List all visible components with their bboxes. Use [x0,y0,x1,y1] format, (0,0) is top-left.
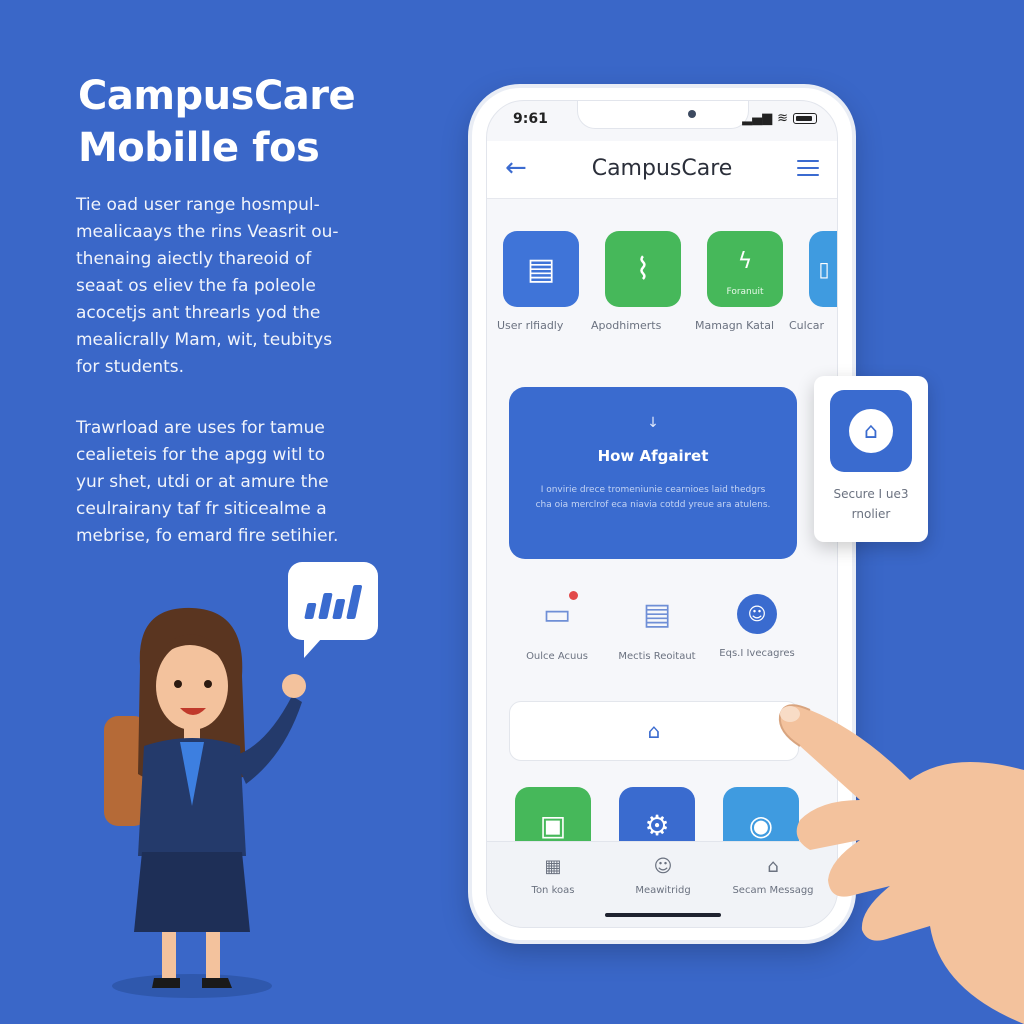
tab-label: Meawitridg [635,885,691,896]
para-line: for students. [76,357,185,377]
heartbeat-icon[interactable]: ⌇ [605,231,681,307]
wifi-icon: ≋ [777,111,788,126]
partial-icon[interactable]: ▯ [809,231,837,307]
app-title: CampusCare [591,156,733,181]
camera-icon [688,110,696,118]
tile-glyph: ϟ [737,248,753,274]
smile-icon: ☺ [653,856,673,877]
tile-label: User rlfiadly [497,319,564,332]
calendar-icon: ▦ [544,856,562,877]
banner-title: How Afgairet [597,447,709,465]
hero-paragraph-2: Trawrload are uses for tamue cealieteis … [76,415,376,550]
tile-label: Culcar [789,319,825,332]
phone-notch [577,101,749,129]
para-line: thenaing aiectly thareoid of [76,249,312,269]
para-line: mealicrally Mam, wit, teubitys [76,330,333,350]
hero-paragraph-1: Tie oad user range hosmpul- mealicaays t… [76,192,376,381]
tab-meawitridg[interactable]: ☺ Meawitridg [613,856,713,896]
quick-action-report[interactable]: ▤ Mectis Reoitaut [607,591,707,663]
label-line: Secure I ue3 [833,487,909,501]
tab-label: Ton koas [531,885,575,896]
para-line: mealicaays the rins Veasrit ou- [76,222,339,242]
notification-dot [569,591,578,600]
tile-label: Apodhimerts [591,319,662,332]
para-line: yur shet, utdi or at amure the [76,472,329,492]
battery-icon [793,113,817,124]
info-banner[interactable]: ↓ How Afgairet I onvirie drece tromeniun… [509,387,797,559]
para-line: Trawrload are uses for tamue [76,418,325,438]
tile-label: Mamagn Katal [695,319,775,332]
secure-card[interactable]: ⌂ Secure I ue3 rnolier [814,376,928,542]
document-icon[interactable]: ▤ [503,231,579,307]
app-bar: ← CampusCare [487,141,837,199]
home-indicator [605,913,721,917]
hero-title-line2: Mobille fos [78,125,320,171]
tab-calendar[interactable]: ▦ Ton koas [503,856,603,896]
tile-glyph: ⌇ [635,251,651,287]
student-illustration [104,607,306,998]
para-line: acocetjs ant threarls yod the [76,303,321,323]
signal-icon: ▂▄▆ [742,111,773,126]
report-icon: ▤ [642,596,672,632]
para-line: seaat os eliev the fa poleole [76,276,316,296]
quick-action-label: Eqs.I Ivecagres [719,648,795,659]
tile-glyph: ▯ [818,257,830,281]
status-time: 9:61 [513,111,548,127]
arrow-down-icon: ↓ [647,415,659,431]
quick-actions: ▭ Oulce Acuus ▤ Mectis Reoitaut ☺ Eqs.I … [507,591,807,671]
para-line: Tie oad user range hosmpul- [76,195,320,215]
home-glyph: ⌂ [849,409,893,453]
secure-card-label: Secure I ue3 rnolier [814,484,928,524]
hero-title-line1: CampusCare [78,73,356,119]
quick-action-label: Mectis Reoitaut [618,651,696,662]
quick-action-label: Oulce Acuus [526,651,588,662]
label-line: rnolier [851,507,891,521]
home-icon: ⌂ [647,719,661,743]
tile-glyph: ▤ [526,251,556,287]
home-icon: ⌂ [830,390,912,472]
para-line: ceulrairany taf fr siticealme a [76,499,327,519]
para-line: mebrise, fo emard fire setihier. [76,526,339,546]
quick-action-inbox[interactable]: ▭ Oulce Acuus [507,591,607,662]
hero-title: CampusCare Mobille fos [78,70,356,174]
tile-labels: User rlfiadly Apodhimerts Mamagn Katal C… [497,319,824,332]
banner-description: I onvirie drece tromeniunie cearnioes la… [535,485,771,510]
quick-action-messages[interactable]: ☺ Eqs.I Ivecagres [707,591,807,659]
tile-sublabel: Foranuit [726,287,764,297]
feature-tiles: ▤ ⌇ ϟ Foranuit ▯ [503,231,837,307]
hamburger-icon[interactable] [797,155,819,181]
pointing-hand-illustration [778,704,1024,1024]
bolt-icon[interactable]: ϟ Foranuit [707,231,783,307]
para-line: cealieteis for the apgg witl to [76,445,325,465]
user-circle-icon: ☺ [737,594,777,634]
status-icons: ▂▄▆ ≋ [742,111,817,126]
